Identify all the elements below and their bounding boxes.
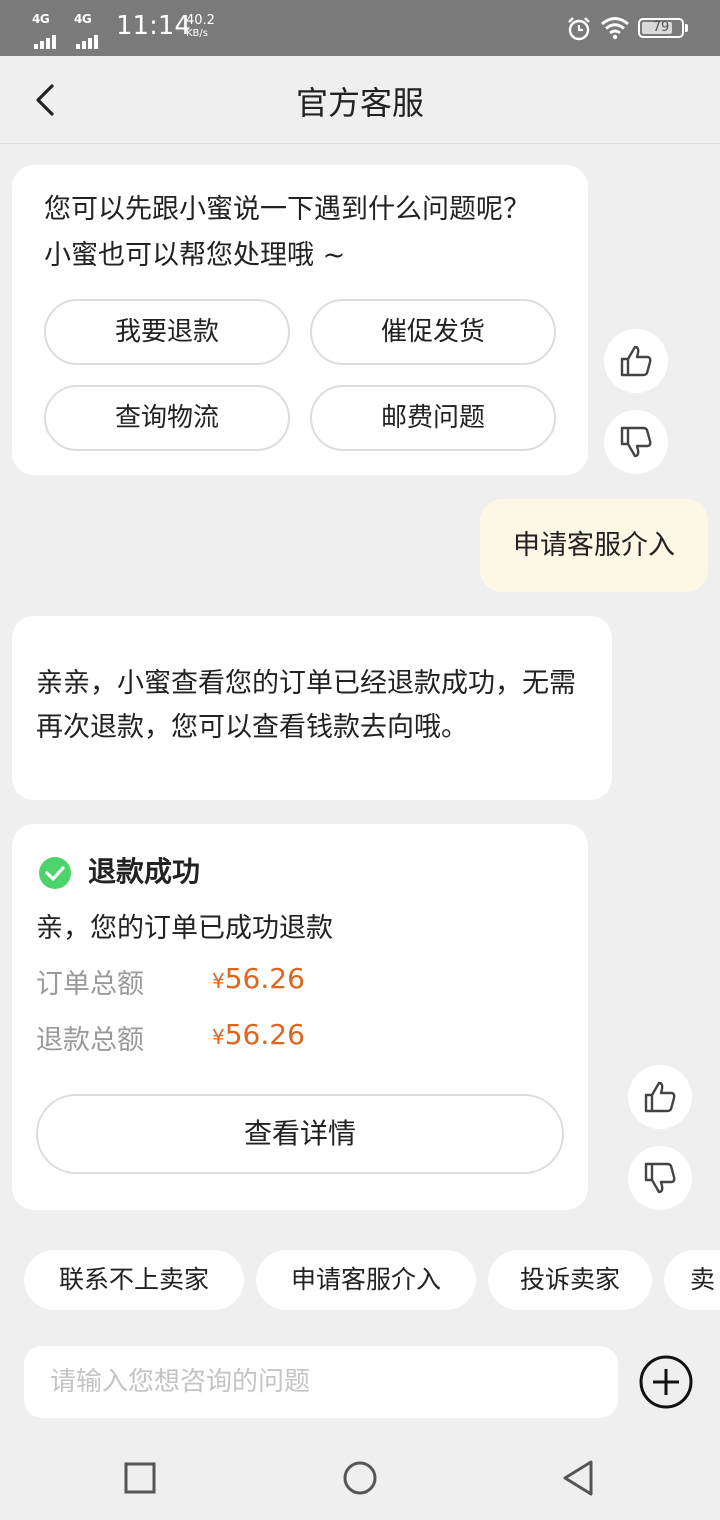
check-circle-icon — [39, 857, 71, 889]
signal-icon: 4G — [74, 12, 110, 49]
bot-message-text: 亲亲，小蜜查看您的订单已经退款成功，无需再次退款，您可以查看钱款去向哦。 — [36, 668, 576, 743]
back-triangle-icon[interactable] — [558, 1458, 598, 1498]
bot-message-card: 您可以先跟小蜜说一下遇到什么问题呢？ 小蜜也可以帮您处理哦 ~ 我要退款 催促发… — [12, 165, 588, 475]
thumbs-up-icon — [620, 345, 652, 377]
clock: 11:14 — [116, 11, 191, 41]
quick-reply-track-logistics-button[interactable]: 查询物流 — [44, 385, 290, 451]
chip-request-service[interactable]: 申请客服介入 — [256, 1250, 476, 1310]
wifi-icon — [601, 17, 629, 40]
battery-icon: 79 — [638, 18, 684, 38]
speed-unit: KB/s — [186, 28, 208, 39]
network-type-label: 4G — [74, 12, 92, 26]
thumbs-up-button[interactable] — [628, 1065, 692, 1129]
thumbs-down-button[interactable] — [604, 410, 668, 474]
header: 官方客服 — [0, 56, 720, 144]
thumbs-down-button[interactable] — [628, 1146, 692, 1210]
order-total-value: ¥56.26 — [212, 962, 305, 995]
quick-reply-refund-button[interactable]: 我要退款 — [44, 299, 290, 365]
status-bar: 4G 4G 11:14 40.2 KB/s 79 — [0, 0, 720, 56]
refund-description: 亲，您的订单已成功退款 — [36, 913, 333, 944]
message-input[interactable]: 请输入您想咨询的问题 — [24, 1346, 618, 1418]
refund-total-label: 退款总额 — [36, 1025, 144, 1056]
add-icon[interactable] — [638, 1354, 694, 1410]
bot-message-text: 您可以先跟小蜜说一下遇到什么问题呢？ 小蜜也可以帮您处理哦 ~ — [44, 194, 530, 271]
system-navigation-bar — [0, 1436, 720, 1520]
chip-contact-seller[interactable]: 联系不上卖家 — [24, 1250, 244, 1310]
quick-reply-urge-shipping-button[interactable]: 催促发货 — [310, 299, 556, 365]
thumbs-down-icon — [644, 1162, 676, 1194]
speed-value: 40.2 — [186, 13, 215, 28]
chip-complain-seller[interactable]: 投诉卖家 — [488, 1250, 652, 1310]
network-type-label: 4G — [32, 12, 50, 26]
user-message-bubble: 申请客服介入 — [480, 499, 708, 592]
view-details-button[interactable]: 查看详情 — [36, 1094, 564, 1174]
page-title: 官方客服 — [295, 84, 424, 122]
recent-apps-icon[interactable] — [120, 1458, 160, 1498]
chip-more[interactable]: 卖 — [664, 1250, 720, 1310]
refund-title: 退款成功 — [88, 855, 201, 888]
thumbs-up-button[interactable] — [604, 329, 668, 393]
thumbs-up-icon — [644, 1081, 676, 1113]
refund-success-card: 退款成功 亲，您的订单已成功退款 订单总额 ¥56.26 退款总额 ¥56.26… — [12, 824, 588, 1210]
home-icon[interactable] — [340, 1458, 380, 1498]
signal-icon: 4G — [32, 12, 68, 49]
quick-reply-shipping-fee-button[interactable]: 邮费问题 — [310, 385, 556, 451]
alarm-icon — [568, 17, 590, 41]
refund-total-value: ¥56.26 — [212, 1018, 305, 1051]
thumbs-down-icon — [620, 426, 652, 458]
bot-message-card: 亲亲，小蜜查看您的订单已经退款成功，无需再次退款，您可以查看钱款去向哦。 — [12, 616, 612, 800]
shortcut-chip-bar: 联系不上卖家 申请客服介入 投诉卖家 卖 — [0, 1232, 720, 1330]
battery-level: 79 — [652, 20, 670, 35]
order-total-label: 订单总额 — [36, 969, 144, 1000]
network-speed: 40.2 KB/s — [186, 14, 215, 40]
